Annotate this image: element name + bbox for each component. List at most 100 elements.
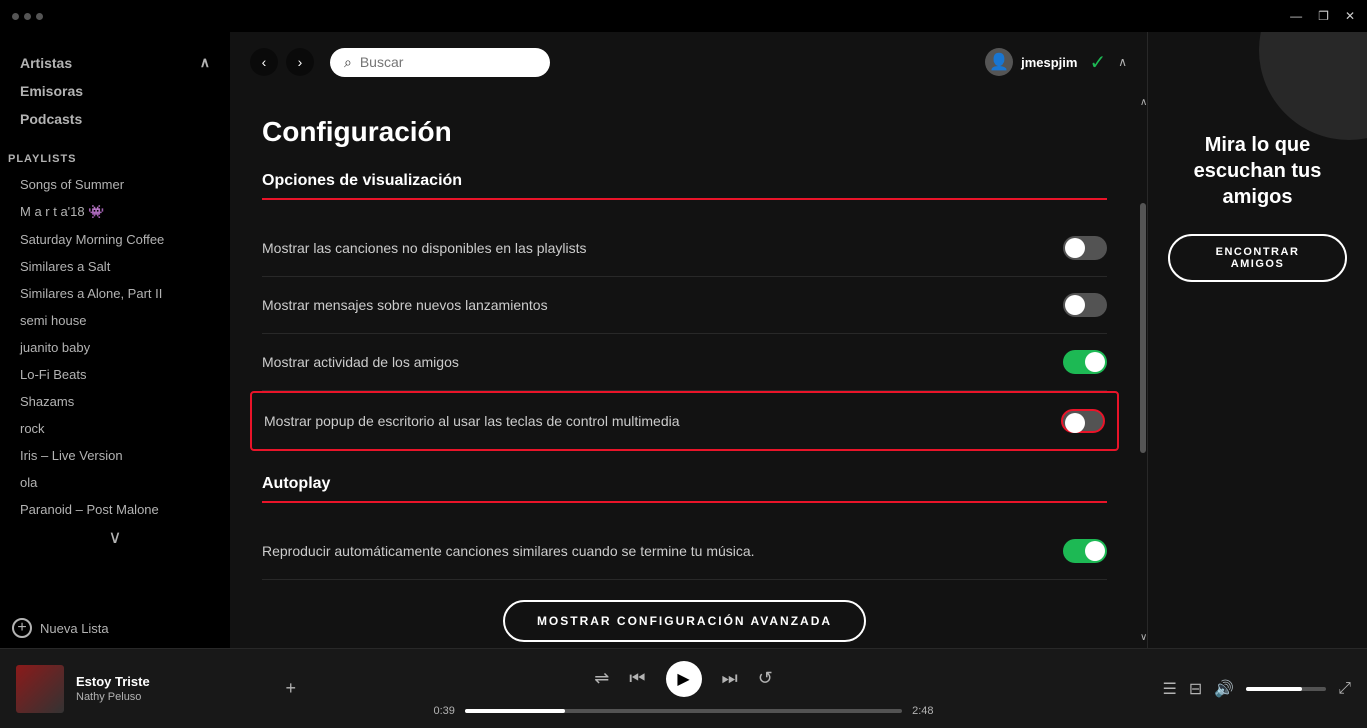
titlebar-dot [12, 13, 19, 20]
right-panel-content: Mira lo que escuchan tus amigos ENCONTRA… [1148, 92, 1367, 302]
scrollbar-track: ∧ ∨ [1139, 92, 1147, 648]
right-panel: Mira lo que escuchan tus amigos ENCONTRA… [1147, 32, 1367, 648]
chevron-up-icon: ∧ [200, 54, 210, 71]
forward-button[interactable]: › [286, 48, 314, 76]
scroll-up-icon[interactable]: ∧ [1140, 97, 1147, 108]
titlebar-dots [12, 13, 43, 20]
progress-track[interactable] [465, 709, 902, 713]
playlist-item[interactable]: Saturday Morning Coffee [12, 226, 218, 253]
playlist-item[interactable]: rock [12, 415, 218, 442]
toggle-thumb [1065, 238, 1085, 258]
playlist-item[interactable]: Similares a Salt [12, 253, 218, 280]
playlist-item[interactable]: juanito baby [12, 334, 218, 361]
sidebar-item-emisoras[interactable]: Emisoras [12, 77, 218, 105]
devices-button[interactable]: ⊟ [1189, 679, 1202, 699]
spotify-checkmark: ✓ [1089, 50, 1106, 75]
next-button[interactable]: ⏭ [722, 668, 738, 689]
topbar-right: 👤 jmespjim ✓ ∧ [985, 48, 1127, 76]
sidebar-playlists: Songs of Summer M a r t a'18 👾 Saturday … [0, 171, 230, 608]
playlist-item[interactable]: Similares a Alone, Part II [12, 280, 218, 307]
titlebar-dot [36, 13, 43, 20]
toggle-thumb [1085, 541, 1105, 561]
sidebar-nav: Artistas ∧ Emisoras Podcasts [0, 32, 230, 141]
advanced-settings-button[interactable]: MOSTRAR CONFIGURACIÓN AVANZADA [503, 600, 866, 642]
scrollbar-thumb[interactable] [1140, 203, 1146, 453]
controls-buttons: ⇌ ⏮ ▶ ⏭ ↺ [594, 661, 773, 697]
toggle-thumb [1085, 352, 1105, 372]
player-bar: Estoy Triste Nathy Peluso + ⇌ ⏮ ▶ ⏭ ↺ 0:… [0, 648, 1367, 728]
player-track: Estoy Triste Nathy Peluso + [16, 665, 296, 713]
progress-bar-container: 0:39 2:48 [434, 705, 934, 717]
titlebar: — ❐ ✕ [0, 0, 1367, 32]
autoplay-section-title: Autoplay [262, 475, 1107, 503]
playlist-item[interactable]: Lo-Fi Beats [12, 361, 218, 388]
toggle-thumb [1065, 413, 1085, 433]
chevron-down-icon[interactable]: ∨ [12, 523, 218, 552]
repeat-button[interactable]: ↺ [758, 668, 773, 689]
toggle-activity[interactable] [1063, 350, 1107, 374]
settings-wrapper: Configuración Opciones de visualización … [230, 92, 1147, 648]
username-label: jmespjim [1021, 55, 1077, 70]
titlebar-controls: — ❐ ✕ [1290, 9, 1355, 23]
maximize-button[interactable]: ❐ [1318, 9, 1329, 23]
search-icon: ⌕ [344, 54, 352, 71]
progress-fill [465, 709, 566, 713]
playlist-item[interactable]: Shazams [12, 388, 218, 415]
sidebar-item-artistas[interactable]: Artistas ∧ [12, 48, 218, 77]
toggle-unavailable[interactable] [1063, 236, 1107, 260]
minimize-button[interactable]: — [1290, 9, 1302, 23]
plus-icon: + [12, 618, 32, 638]
track-info: Estoy Triste Nathy Peluso [76, 674, 265, 703]
player-right: ☰ ⊟ 🔊 ⤢ [1071, 679, 1351, 699]
player-controls: ⇌ ⏮ ▶ ⏭ ↺ 0:39 2:48 [296, 661, 1071, 717]
volume-bar[interactable] [1246, 687, 1326, 691]
user-avatar: 👤 [985, 48, 1013, 76]
toggle-thumb [1065, 295, 1085, 315]
prev-button[interactable]: ⏮ [629, 668, 645, 689]
right-panel-title: Mira lo que escuchan tus amigos [1168, 132, 1347, 210]
sidebar: Artistas ∧ Emisoras Podcasts PLAYLISTS S… [0, 32, 230, 648]
toggle-popup[interactable] [1061, 409, 1105, 433]
visualization-section-title: Opciones de visualización [262, 172, 1107, 200]
sidebar-item-podcasts[interactable]: Podcasts [12, 105, 218, 133]
play-button[interactable]: ▶ [666, 661, 702, 697]
main-layout: Artistas ∧ Emisoras Podcasts PLAYLISTS S… [0, 32, 1367, 648]
queue-button[interactable]: ☰ [1163, 679, 1177, 699]
topbar: ‹ › ⌕ 👤 jmespjim ✓ ∧ [230, 32, 1147, 92]
track-art [16, 665, 64, 713]
track-art-image [16, 665, 64, 713]
volume-fill [1246, 687, 1302, 691]
nav-arrows: ‹ › [250, 48, 314, 76]
settings-panel: Configuración Opciones de visualización … [230, 92, 1139, 648]
new-list-button[interactable]: + Nueva Lista [0, 608, 230, 648]
search-bar[interactable]: ⌕ [330, 48, 550, 77]
playlist-item[interactable]: Paranoid – Post Malone [12, 496, 218, 523]
playlists-section-label: PLAYLISTS [0, 141, 230, 171]
scroll-down-icon[interactable]: ∨ [1140, 632, 1147, 643]
search-input[interactable] [360, 54, 520, 70]
settings-row-unavailable: Mostrar las canciones no disponibles en … [262, 220, 1107, 277]
shuffle-button[interactable]: ⇌ [594, 668, 609, 689]
add-track-button[interactable]: + [285, 678, 296, 699]
buttons-area: MOSTRAR CONFIGURACIÓN AVANZADA CERRAR SE… [262, 600, 1107, 648]
playlist-item[interactable]: Iris – Live Version [12, 442, 218, 469]
close-button[interactable]: ✕ [1345, 9, 1355, 23]
toggle-autoplay[interactable] [1063, 539, 1107, 563]
fullscreen-button[interactable]: ⤢ [1338, 680, 1351, 698]
autoplay-section: Autoplay Reproducir automáticamente canc… [262, 475, 1107, 580]
chevron-up-icon[interactable]: ∧ [1118, 55, 1127, 69]
time-total: 2:48 [912, 705, 933, 717]
settings-row-popup: Mostrar popup de escritorio al usar las … [250, 391, 1119, 451]
find-friends-button[interactable]: ENCONTRAR AMIGOS [1168, 234, 1347, 282]
playlist-item[interactable]: ola [12, 469, 218, 496]
volume-button[interactable]: 🔊 [1214, 679, 1234, 699]
playlist-item[interactable]: Songs of Summer [12, 171, 218, 198]
playlist-item[interactable]: M a r t a'18 👾 [12, 198, 218, 226]
playlist-item[interactable]: semi house [12, 307, 218, 334]
toggle-messages[interactable] [1063, 293, 1107, 317]
settings-row-activity: Mostrar actividad de los amigos [262, 334, 1107, 391]
settings-title: Configuración [262, 116, 1107, 148]
content-area: ‹ › ⌕ 👤 jmespjim ✓ ∧ Configuración Opcio… [230, 32, 1147, 648]
back-button[interactable]: ‹ [250, 48, 278, 76]
user-menu[interactable]: 👤 jmespjim [985, 48, 1077, 76]
